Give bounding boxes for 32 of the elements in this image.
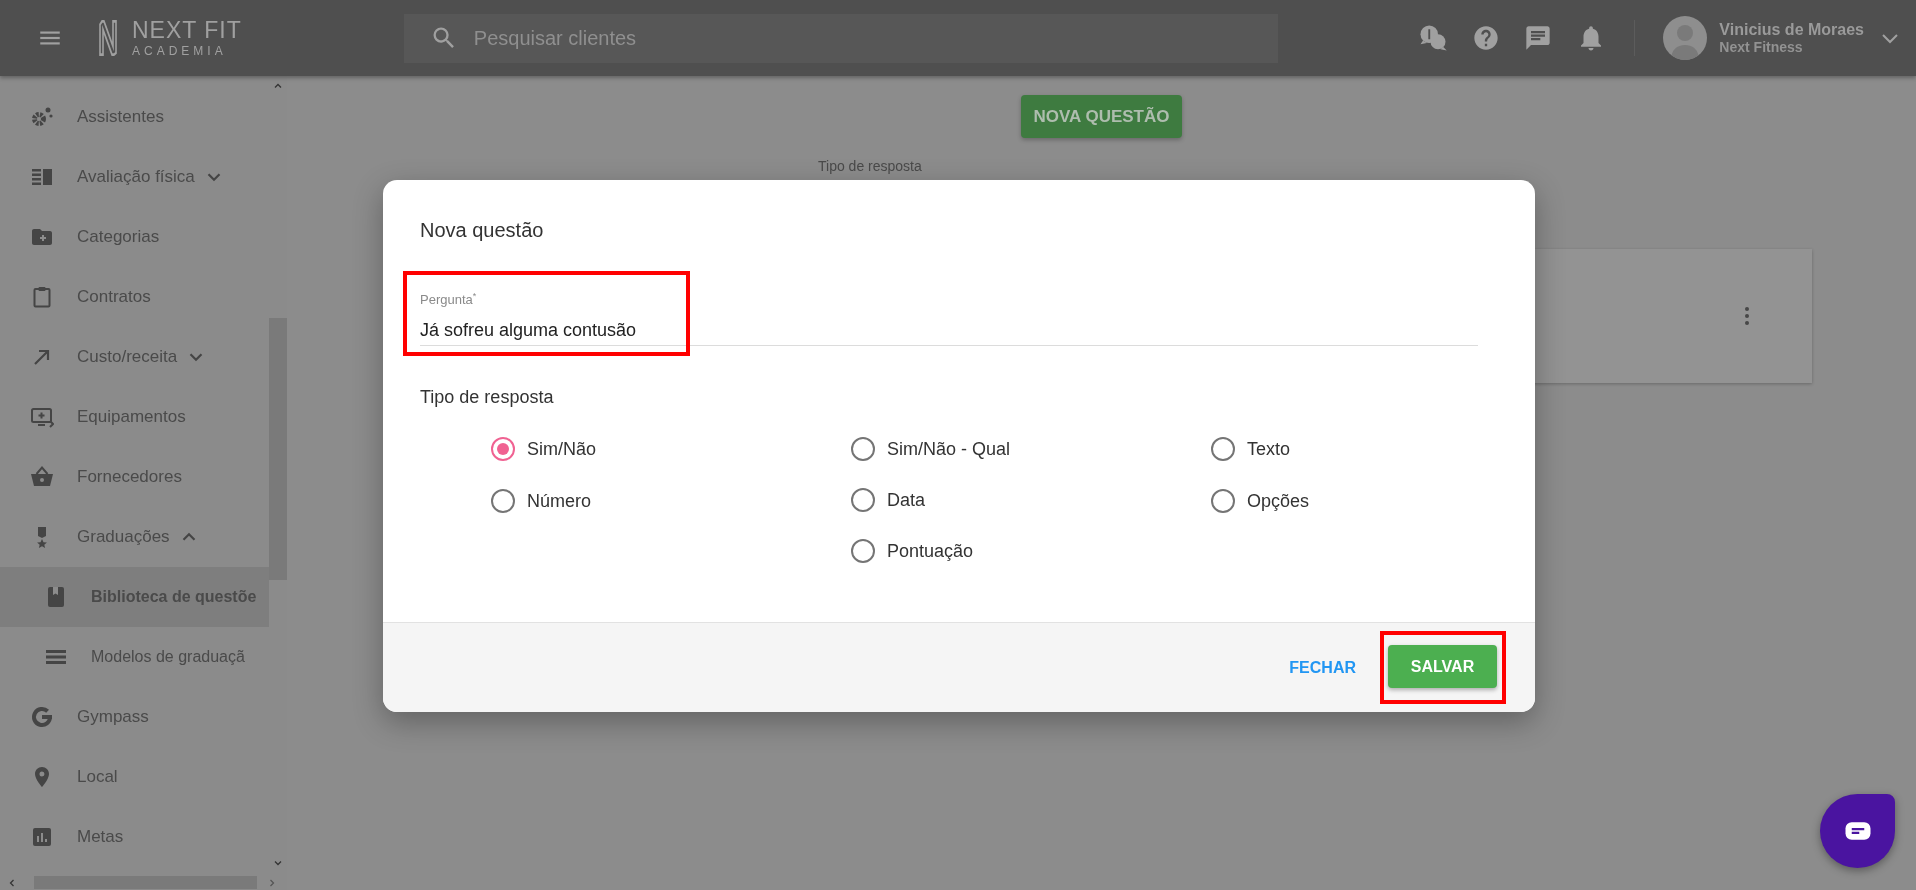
new-question-button[interactable]: NOVA QUESTÃO [1021,95,1182,138]
sidebar-item[interactable]: Avaliação física [0,147,269,207]
radio-label: Texto [1247,438,1291,460]
company-name: Next Fitness [1719,39,1804,56]
sidebar-item[interactable]: Gympass [0,687,269,747]
sidebar-item[interactable]: Equipamentos [0,387,269,447]
sidebar-item[interactable]: Metas [0,807,269,867]
dialog-title: Nova questão [420,218,545,242]
radio-label: Data [887,489,926,511]
filter-label: Tipo de resposta [818,158,923,174]
sidebar-item[interactable]: Contratos [0,267,269,327]
radio-label: Opções [1247,490,1310,512]
close-button[interactable]: FECHAR [1273,650,1372,685]
sidebar-item[interactable]: Categorias [0,207,269,267]
field-label: Pergunta$^{*}$ [420,290,478,308]
sidebar-item[interactable]: Graduações [0,507,269,567]
save-button[interactable]: SALVAR [1388,645,1497,688]
sidebar-item[interactable]: Assistentes [0,87,269,147]
sidebar-item[interactable]: Local [0,747,269,807]
search-field[interactable]: Pesquisar clientes [403,13,1278,63]
sidebar-item[interactable]: Modelos de graduaçã [0,627,269,687]
logo-subtitle: ACADEMIA [132,45,228,57]
radio-label: Número [527,490,592,512]
input-field[interactable]: Já sofreu alguma contusão [420,315,1478,347]
logo-text: NEXT FIT [132,19,242,42]
user-name: Vinicius de Moraes [1719,20,1864,40]
radio-label: Sim/Não - Qual [887,438,1011,460]
radio-label: Sim/Não [527,438,597,460]
sidebar-item[interactable]: Fornecedores [0,447,269,507]
radio-label: Pontuação [887,540,974,562]
section-label: Tipo de resposta [420,386,555,409]
sidebar-item[interactable]: Custo/receita [0,327,269,387]
